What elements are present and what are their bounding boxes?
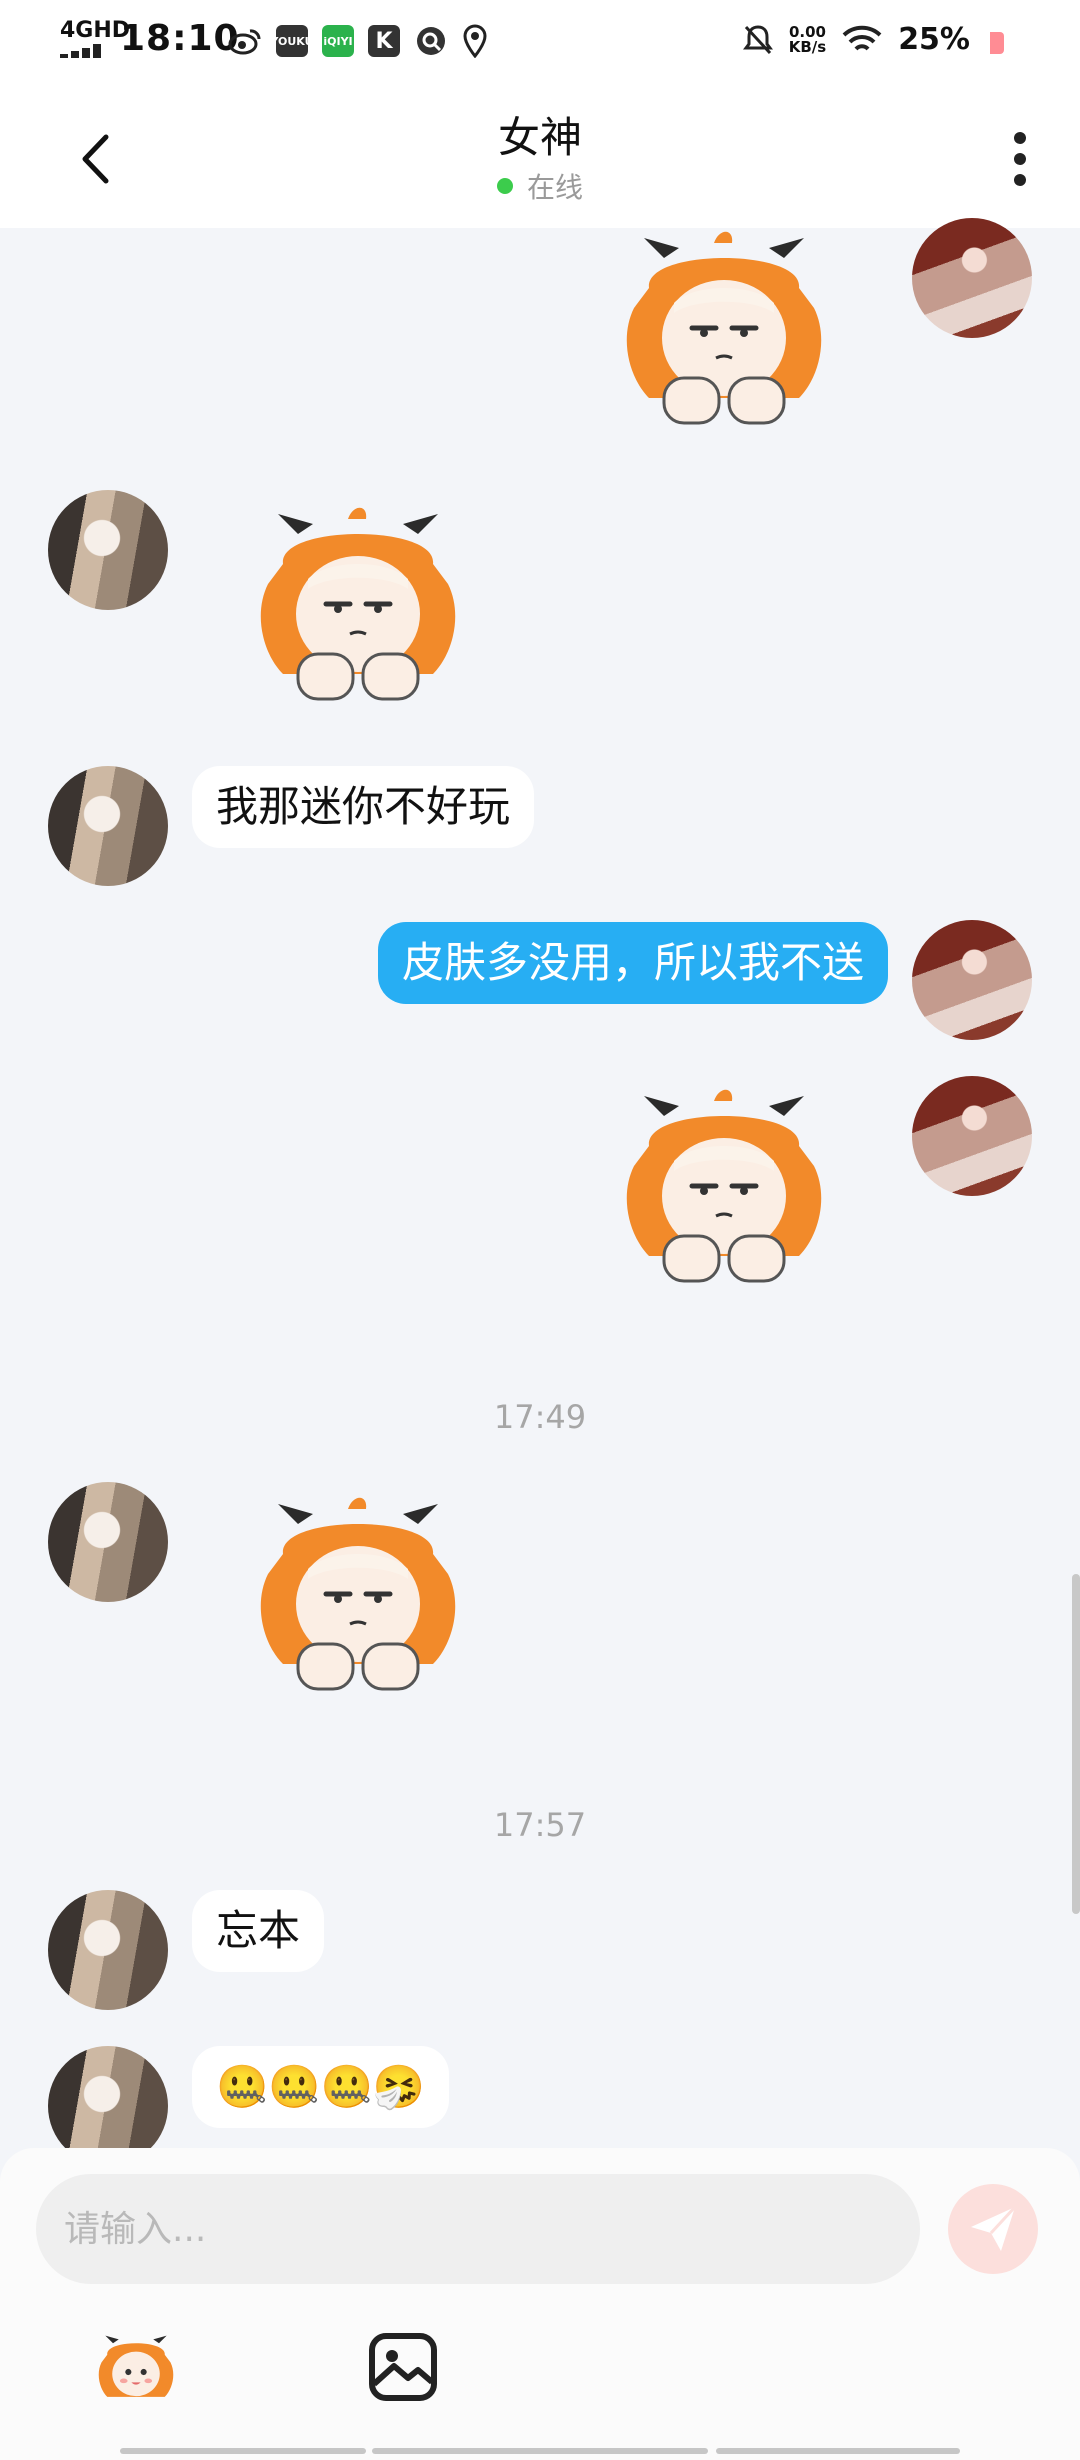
send-button[interactable] (948, 2184, 1038, 2274)
notification-icons: YOUKU iQIYI K (228, 24, 488, 58)
nav-handle[interactable] (120, 2448, 366, 2454)
timestamp: 17:49 (493, 1398, 587, 1436)
iqiyi-icon: iQIYI (322, 25, 354, 57)
sticker-image[interactable] (238, 1494, 478, 1704)
message-input[interactable] (36, 2174, 920, 2284)
online-status: 在线 (0, 166, 1080, 206)
weibo-icon (228, 29, 261, 55)
outgoing-message[interactable]: 皮肤多没用，所以我不送 (377, 922, 888, 1004)
clock: 18:10 (120, 18, 240, 59)
mute-bell-icon (742, 24, 773, 54)
battery-icon (990, 32, 1004, 54)
kuaishou-icon: K (368, 25, 400, 57)
sticker-image[interactable] (238, 504, 478, 714)
contact-avatar[interactable] (48, 1890, 168, 2010)
nav-handle[interactable] (716, 2448, 960, 2454)
image-picker-icon[interactable] (368, 2332, 438, 2402)
my-avatar[interactable] (912, 218, 1032, 338)
system-indicators: 0.00 KB/s 25% (742, 22, 970, 57)
signal-icon (60, 44, 101, 58)
battery-level: 25% (898, 22, 970, 57)
youku-icon: YOUKU (270, 25, 314, 57)
paper-plane-icon (971, 2205, 1017, 2251)
incoming-message[interactable]: 🤐🤐🤐🤧 (192, 2046, 450, 2128)
contact-avatar[interactable] (48, 766, 168, 886)
more-vertical-icon (1014, 132, 1026, 186)
sticker-image[interactable] (604, 228, 844, 438)
my-avatar[interactable] (912, 920, 1032, 1040)
wifi-icon (842, 25, 882, 51)
contact-avatar[interactable] (48, 490, 168, 610)
sticker-image[interactable] (604, 1086, 844, 1296)
contact-avatar[interactable] (48, 1482, 168, 1602)
my-avatar[interactable] (912, 1076, 1032, 1196)
scrollbar[interactable] (1072, 1574, 1080, 1914)
timestamp: 17:57 (493, 1806, 587, 1844)
more-options-button[interactable] (990, 124, 1050, 194)
location-icon (463, 24, 487, 58)
message-composer (0, 2148, 1080, 2460)
sticker-picker-button[interactable] (90, 2326, 182, 2418)
network-speed: 0.00 KB/s (788, 22, 827, 56)
contact-name: 女神 (497, 113, 582, 162)
online-dot (496, 178, 513, 194)
incoming-message[interactable]: 忘本 (192, 1890, 325, 1972)
status-bar: 4GHD 18:10 YOUKU iQIYI K 0.00 KB/s 25% (0, 0, 1080, 84)
nav-handle[interactable] (372, 2448, 708, 2454)
chat-header: 女神 在线 (0, 84, 1080, 228)
incoming-message[interactable]: 我那迷你不好玩 (192, 766, 535, 848)
search-app-icon (417, 27, 445, 55)
